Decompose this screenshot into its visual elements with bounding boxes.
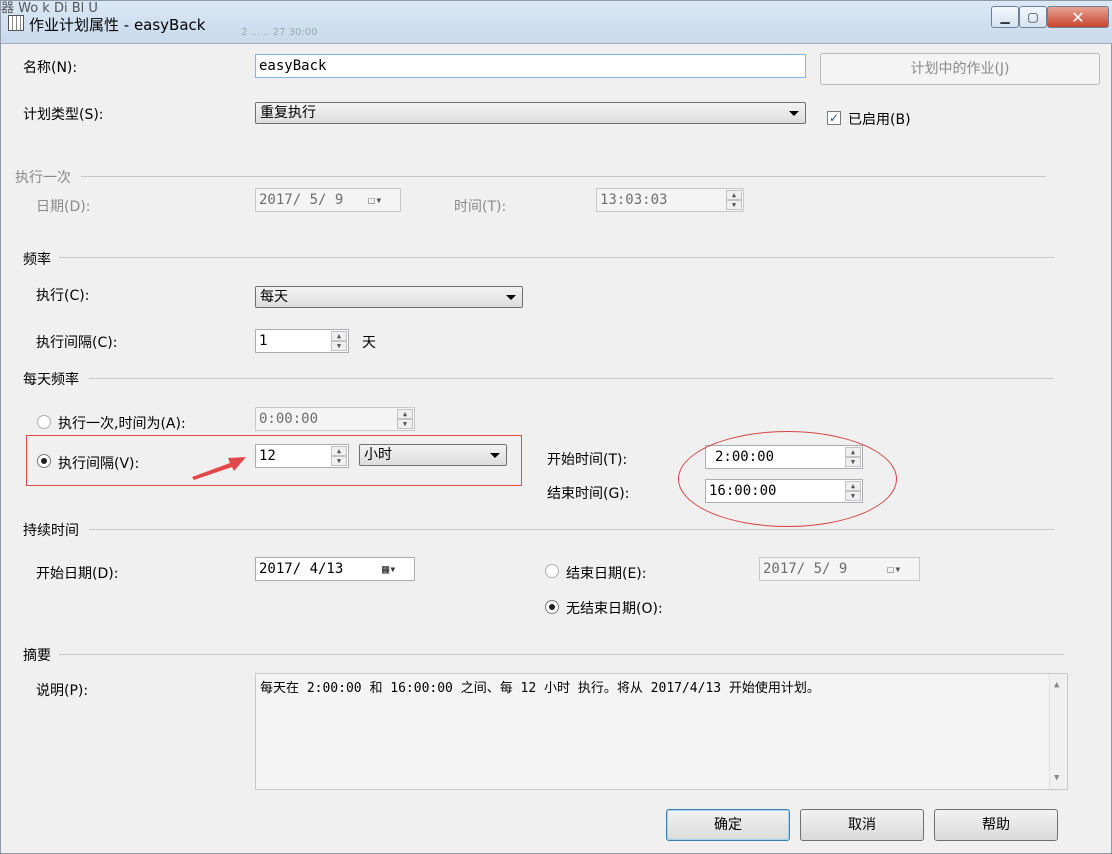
recurs-every-value: 1 — [259, 333, 268, 349]
occurs-once-at-label: 执行一次,时间为(A): — [58, 416, 186, 432]
no-end-date-radio[interactable] — [545, 600, 559, 614]
once-date-label: 日期(D): — [36, 199, 91, 215]
ok-button[interactable]: 确定 — [666, 809, 790, 841]
annotation-ellipse — [678, 431, 897, 527]
recurs-every-input[interactable]: 1 ▲ ▼ — [255, 329, 349, 353]
occurs-once-at-radio[interactable] — [37, 415, 51, 429]
duration-section-header: 持续时间 — [23, 523, 79, 539]
frequency-divider — [59, 257, 1054, 258]
occurs-value: 每天 — [260, 289, 288, 305]
background-window-text-2: 2 ... .. 27 30:00 — [241, 27, 318, 38]
daily-frequency-section-header: 每天频率 — [23, 372, 79, 388]
calendar-dropdown-icon: ☐▾ — [887, 562, 902, 576]
minimize-button[interactable]: ▁ — [991, 6, 1019, 28]
start-time-label: 开始时间(T): — [547, 452, 628, 468]
end-date-radio[interactable] — [545, 564, 559, 578]
one-time-section-header: 执行一次 — [15, 170, 71, 186]
close-button[interactable]: ✕ — [1047, 6, 1109, 28]
help-button[interactable]: 帮助 — [934, 809, 1058, 841]
scroll-up-icon[interactable]: ▲ — [1054, 680, 1059, 690]
window-title: 作业计划属性 - easyBack — [29, 16, 206, 34]
summary-section-header: 摘要 — [23, 648, 51, 664]
recurs-unit-label: 天 — [362, 335, 376, 351]
maximize-icon: ▢ — [1027, 10, 1039, 24]
daily-frequency-divider — [89, 378, 1054, 379]
description-label: 说明(P): — [36, 683, 89, 699]
no-end-date-label: 无结束日期(O): — [566, 601, 663, 617]
enabled-checkbox[interactable]: ✓ — [827, 111, 841, 125]
spin-down-icon[interactable]: ▼ — [397, 419, 413, 429]
name-label: 名称(N): — [23, 60, 78, 76]
chevron-down-icon — [506, 295, 516, 300]
calendar-dropdown-icon[interactable]: ▦▾ — [382, 561, 412, 577]
once-date-picker[interactable]: 2017/ 5/ 9 ☐▾ — [255, 188, 401, 212]
description-text: 每天在 2:00:00 和 16:00:00 之间、每 12 小时 执行。将从 … — [260, 681, 820, 696]
calendar-grid-icon — [8, 15, 24, 31]
spin-down-icon[interactable]: ▼ — [726, 200, 742, 210]
enabled-label: 已启用(B) — [848, 112, 911, 128]
spin-up-icon[interactable]: ▲ — [331, 331, 347, 341]
start-date-label: 开始日期(D): — [36, 566, 119, 582]
chevron-down-icon — [789, 111, 799, 116]
job-schedule-properties-window: 器 Wo k Di Bl U 2 ... .. 27 30:00 作业计划属性 … — [0, 0, 1112, 854]
occurs-once-at-time-value: 0:00:00 — [259, 411, 319, 427]
spin-up-icon[interactable]: ▲ — [397, 409, 413, 419]
close-icon: ✕ — [1071, 7, 1085, 27]
spin-up-icon[interactable]: ▲ — [726, 190, 742, 200]
calendar-dropdown-icon: ☐▾ — [368, 193, 383, 207]
maximize-button[interactable]: ▢ — [1019, 6, 1047, 28]
spin-buttons[interactable]: ▲ ▼ — [331, 331, 347, 351]
schedule-type-value: 重复执行 — [260, 105, 316, 121]
recurs-every-label: 执行间隔(C): — [36, 335, 118, 351]
checkmark-icon: ✓ — [828, 111, 840, 125]
occurs-select[interactable]: 每天 — [255, 286, 523, 308]
end-date-value: 2017/ 5/ 9 — [763, 561, 848, 577]
start-date-picker[interactable]: 2017/ 4/13 ▦▾ — [255, 557, 415, 581]
occurs-label: 执行(C): — [36, 288, 90, 304]
schedule-type-select[interactable]: 重复执行 — [255, 102, 806, 124]
once-date-value: 2017/ 5/ 9 — [259, 192, 344, 208]
name-input[interactable]: easyBack — [255, 54, 806, 78]
spin-down-icon[interactable]: ▼ — [331, 341, 347, 351]
end-date-label: 结束日期(E): — [566, 566, 647, 582]
once-time-label: 时间(T): — [454, 199, 507, 215]
description-textarea[interactable]: 每天在 2:00:00 和 16:00:00 之间、每 12 小时 执行。将从 … — [255, 673, 1068, 790]
description-scrollbar[interactable]: ▲ ▼ — [1049, 674, 1067, 789]
spin-buttons[interactable]: ▲ ▼ — [397, 409, 413, 429]
one-time-divider — [81, 176, 1046, 177]
spin-buttons[interactable]: ▲ ▼ — [726, 190, 742, 210]
minimize-icon: ▁ — [1000, 10, 1010, 24]
jobs-in-schedule-button[interactable]: 计划中的作业(J) — [820, 53, 1100, 85]
occurs-once-at-time-input[interactable]: 0:00:00 ▲ ▼ — [255, 407, 415, 431]
start-date-value: 2017/ 4/13 — [259, 561, 344, 577]
frequency-section-header: 频率 — [23, 252, 51, 268]
annotation-arrow-icon — [192, 457, 246, 480]
once-time-input[interactable]: 13:03:03 ▲ ▼ — [596, 188, 744, 212]
schedule-type-label: 计划类型(S): — [23, 107, 104, 123]
duration-divider — [89, 529, 1054, 530]
end-time-label: 结束时间(G): — [547, 486, 630, 502]
end-date-picker[interactable]: 2017/ 5/ 9 ☐▾ — [759, 557, 920, 581]
title-bar[interactable]: 器 Wo k Di Bl U 2 ... .. 27 30:00 作业计划属性 … — [1, 1, 1112, 44]
summary-divider — [59, 654, 1064, 655]
annotation-highlight-box — [26, 435, 522, 486]
once-time-value: 13:03:03 — [600, 192, 668, 208]
cancel-button[interactable]: 取消 — [800, 809, 924, 841]
scroll-down-icon[interactable]: ▼ — [1054, 773, 1059, 783]
